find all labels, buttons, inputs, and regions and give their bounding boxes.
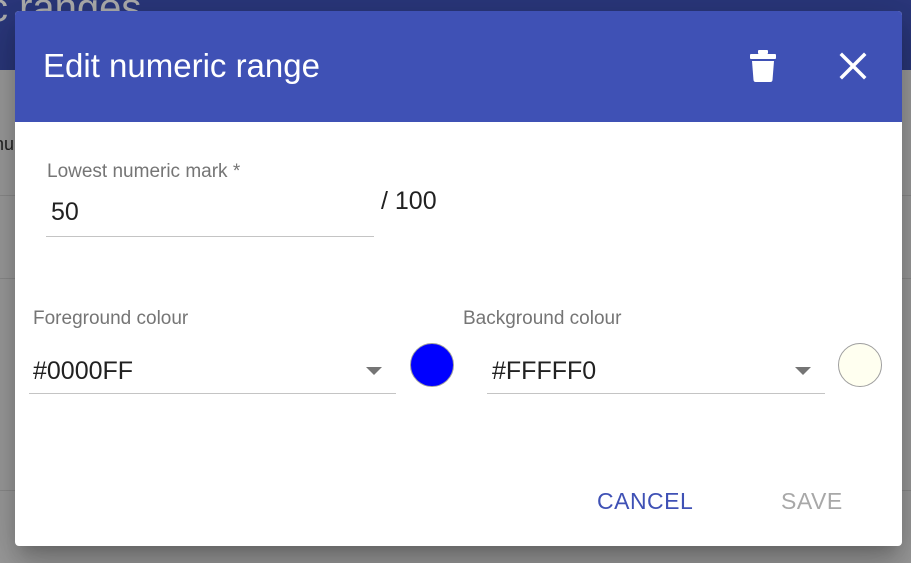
save-button[interactable]: SAVE [769,481,855,521]
foreground-colour-swatch[interactable] [410,343,454,387]
close-icon [839,52,867,80]
background-select-underline [487,393,825,394]
foreground-colour-label: Foreground colour [33,308,189,329]
foreground-colour-select[interactable]: #0000FF [33,357,133,386]
dialog-title: Edit numeric range [43,47,320,84]
dialog-header: Edit numeric range [15,11,902,122]
background-colour-label: Background colour [463,308,622,329]
mark-denominator: / 100 [381,187,437,215]
foreground-select-underline [29,393,396,394]
cancel-button[interactable]: CANCEL [585,481,705,521]
trash-icon [750,50,776,82]
background-dropdown-arrow-icon[interactable] [795,367,811,375]
edit-range-dialog: Edit numeric range Lowest numeric mark *… [15,11,902,546]
lowest-mark-label: Lowest numeric mark * [47,161,241,182]
delete-button[interactable] [739,42,787,90]
close-button[interactable] [829,42,877,90]
background-colour-swatch[interactable] [838,343,882,387]
foreground-dropdown-arrow-icon[interactable] [366,367,382,375]
background-colour-select[interactable]: #FFFFF0 [492,357,596,386]
lowest-mark-input[interactable]: 50 [51,198,79,227]
lowest-mark-underline [46,236,374,237]
